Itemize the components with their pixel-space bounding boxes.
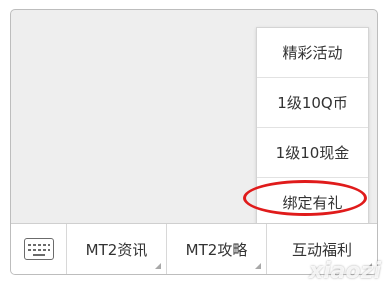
submenu-item-label: 1级10现金 [275,144,350,162]
submenu-item-qcoin[interactable]: 1级10Q币 [257,78,368,128]
keyboard-icon [23,238,54,260]
submenu-item-label: 1级10Q币 [277,94,348,112]
watermark: xiaozi [308,259,381,284]
menu-label: MT2攻略 [185,240,248,259]
keyboard-toggle-button[interactable] [11,224,67,274]
submenu-item-cash[interactable]: 1级10现金 [257,128,368,178]
menu-mt2-news[interactable]: MT2资讯 [67,224,167,274]
menu-mt2-guide[interactable]: MT2攻略 [167,224,267,274]
submenu-popup: 精彩活动 1级10Q币 1级10现金 绑定有礼 [256,27,369,239]
menu-label: 互动福利 [291,240,352,259]
submenu-item-activities[interactable]: 精彩活动 [257,28,368,78]
submenu-item-label: 精彩活动 [282,44,343,62]
submenu-item-label: 绑定有礼 [282,194,343,212]
menu-label: MT2资讯 [85,240,148,259]
wechat-chat-frame: 精彩活动 1级10Q币 1级10现金 绑定有礼 MT2资讯 MT2攻略 互动福利 [10,9,378,275]
submenu-indicator-icon [155,263,161,269]
submenu-indicator-icon [255,263,261,269]
